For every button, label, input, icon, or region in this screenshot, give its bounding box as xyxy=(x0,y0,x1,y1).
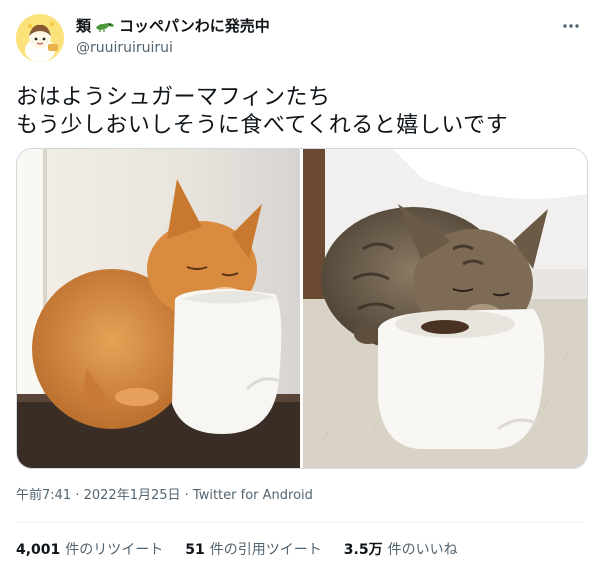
tweet-meta: 午前7:41 · 2022年1月25日 · Twitter for Androi… xyxy=(16,487,313,505)
retweet-number: 4,001 xyxy=(16,542,61,558)
retweet-label: 件のリツイート xyxy=(65,542,164,558)
tweet-text-line: もう少しおいしそうに食べてくれると嬉しいです xyxy=(16,113,509,138)
photo-orange-cat[interactable] xyxy=(17,149,300,468)
media-grid xyxy=(16,148,588,469)
like-number: 3.5万 xyxy=(343,542,383,558)
display-name-prefix[interactable]: 類 xyxy=(76,16,91,36)
quote-count[interactable]: 51 件の引用ツイート xyxy=(185,541,321,559)
quote-label: 件の引用ツイート xyxy=(209,542,322,558)
divider xyxy=(16,522,584,523)
tweet-source[interactable]: Twitter for Android xyxy=(193,488,313,503)
tweet-text: おはようシュガーマフィンたち もう少しおいしそうに食べてくれると嬉しいです xyxy=(16,84,584,140)
meta-separator: · xyxy=(180,488,193,503)
tweet: 類 コッペパンわに発売中 @ruuiruiruirui おはようシュガーマフィン… xyxy=(0,0,600,571)
tweet-stats: 4,001 件のリツイート 51 件の引用ツイート 3.5万 件のいいね xyxy=(16,541,458,559)
meta-separator: · xyxy=(71,488,84,503)
like-label: 件のいいね xyxy=(387,542,458,558)
author-handle[interactable]: @ruuiruiruirui xyxy=(76,39,173,57)
like-count[interactable]: 3.5万 件のいいね xyxy=(344,541,458,559)
tweet-date[interactable]: 2022年1月25日 xyxy=(84,488,181,503)
author-name-row[interactable]: 類 コッペパンわに発売中 xyxy=(76,16,270,36)
more-icon[interactable] xyxy=(560,16,582,36)
display-name[interactable]: コッペパンわに発売中 xyxy=(119,16,270,36)
tweet-text-line: おはようシュガーマフィンたち xyxy=(16,85,331,110)
photo-tabby-cat[interactable] xyxy=(303,149,587,468)
retweet-count[interactable]: 4,001 件のリツイート xyxy=(16,541,163,559)
crocodile-icon xyxy=(96,23,115,32)
tweet-time[interactable]: 午前7:41 xyxy=(16,488,71,503)
quote-number: 51 xyxy=(185,542,205,558)
avatar[interactable] xyxy=(16,14,64,62)
